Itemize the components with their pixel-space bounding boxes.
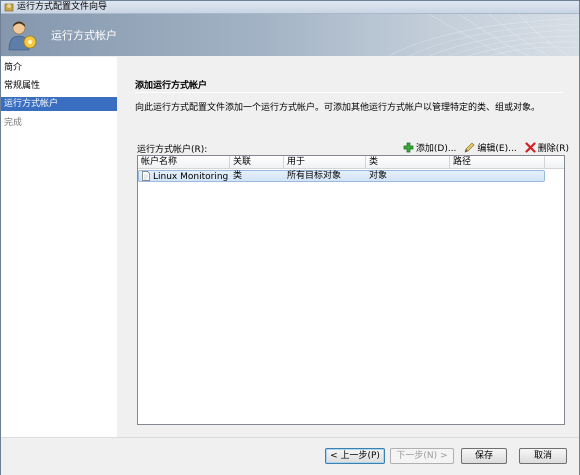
column-header-account-name[interactable]: 帐户名称 [138, 156, 230, 169]
step-introduction[interactable]: 简介 [1, 61, 117, 75]
step-general-properties[interactable]: 常规属性 [1, 79, 117, 93]
add-account-button[interactable]: 添加(D)... [403, 141, 457, 154]
cancel-button[interactable]: 取消 [519, 448, 567, 464]
wizard-banner: 运行方式帐户 [1, 14, 579, 56]
wizard-app-icon [4, 3, 14, 12]
accounts-list-label: 运行方式帐户(R): [137, 145, 208, 155]
delete-account-label: 删除(R) [537, 143, 569, 154]
section-description: 向此运行方式配置文件添加一个运行方式帐户。可添加其他运行方式帐户以管理特定的类、… [135, 103, 541, 113]
add-icon [403, 142, 414, 152]
cell-path [450, 171, 545, 182]
edit-account-label: 编辑(E)... [477, 143, 517, 154]
step-run-as-accounts[interactable]: 运行方式帐户 [1, 97, 117, 111]
add-account-label: 添加(D)... [415, 143, 457, 154]
accounts-toolbar: 添加(D)... 编辑(E)... 删除(R) [395, 140, 569, 154]
account-name-text: Linux Monitoring [153, 172, 229, 182]
cell-used-for: 所有目标对象 [287, 171, 342, 181]
wizard-window: 运行方式配置文件向导 运行方式帐户 简介 常规属性 运行方式帐户 完成 添加运行… [0, 0, 580, 475]
next-button[interactable]: 下一步(N) > [390, 448, 454, 464]
table-row[interactable]: Linux Monitoring 类 所有目标对象 对象 [138, 170, 545, 182]
listview-header: 帐户名称 关联 用于 类 路径 [138, 156, 564, 169]
cell-account-name: Linux Monitoring [139, 171, 231, 182]
delete-x-icon [525, 141, 536, 153]
delete-account-button[interactable]: 删除(R) [525, 141, 569, 154]
cell-association: 类 [233, 171, 243, 181]
section-title: 添加运行方式帐户 [135, 81, 208, 91]
title-bar[interactable]: 运行方式配置文件向导 [1, 1, 579, 14]
previous-button[interactable]: < 上一步(P) [325, 448, 385, 464]
column-header-class[interactable]: 类 [366, 156, 450, 169]
banner-decoration [389, 14, 579, 56]
user-account-icon [8, 21, 37, 51]
main-content: 添加运行方式帐户 向此运行方式配置文件添加一个运行方式帐户。可添加其他运行方式帐… [119, 57, 579, 437]
account-file-icon [142, 171, 150, 181]
column-header-used-for[interactable]: 用于 [284, 156, 366, 169]
banner-title: 运行方式帐户 [51, 29, 117, 42]
edit-pencil-icon [464, 142, 475, 152]
column-header-association[interactable]: 关联 [230, 156, 284, 169]
save-button[interactable]: 保存 [461, 448, 507, 464]
edit-account-button[interactable]: 编辑(E)... [464, 141, 517, 154]
cell-class: 对象 [369, 171, 388, 181]
column-header-path[interactable]: 路径 [450, 156, 545, 169]
accounts-listview[interactable]: 帐户名称 关联 用于 类 路径 Linux Monitoring 类 所有目标对… [137, 155, 565, 425]
window-title: 运行方式配置文件向导 [17, 2, 108, 12]
wizard-footer: < 上一步(P) 下一步(N) > 保存 取消 [1, 437, 579, 475]
section-divider [135, 92, 563, 93]
wizard-steps-sidebar: 简介 常规属性 运行方式帐户 完成 [1, 57, 117, 437]
step-completion[interactable]: 完成 [1, 116, 117, 130]
